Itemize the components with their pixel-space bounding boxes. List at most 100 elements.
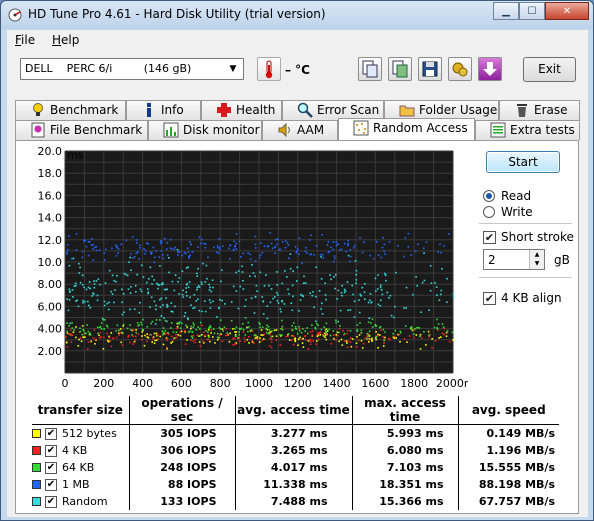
data-point [151,341,153,343]
series-checkbox[interactable]: ✔ [45,444,57,457]
data-point [219,247,221,249]
data-point [67,332,70,335]
data-point [96,299,99,302]
data-point [93,329,96,331]
data-point [261,251,264,254]
read-radio[interactable]: Read [483,189,573,205]
menu-file[interactable]: File [15,33,35,47]
data-point [115,336,118,339]
short-stroke-size-input[interactable]: 2 ▲ ▼ [483,249,545,270]
data-point [166,337,169,340]
data-point [364,337,366,340]
data-point [418,327,421,329]
data-point [66,341,68,344]
data-point [377,254,380,256]
tab-health[interactable]: Health [201,100,282,120]
close-button[interactable]: ✕ [545,2,589,20]
tab-aam[interactable]: AAM [262,120,338,140]
tab-error-scan[interactable]: Error Scan [282,100,384,120]
data-point [383,342,385,344]
data-point [380,289,383,291]
data-point [427,330,430,333]
data-point [235,242,237,245]
data-point [336,334,339,337]
data-point [384,253,386,255]
tab-erase[interactable]: Erase [499,100,580,120]
tab-extra-tests[interactable]: Extra tests [475,120,580,140]
options-button[interactable] [448,57,472,81]
data-point [147,291,150,293]
data-point [208,299,211,301]
tab-random-access[interactable]: Random Access [338,118,475,140]
data-point [250,258,252,261]
series-checkbox[interactable]: ✔ [45,478,57,491]
data-point [216,336,219,339]
data-point [349,260,351,263]
minimize-button[interactable]: ▁ [493,2,519,20]
start-button[interactable]: Start [486,151,560,173]
spin-arrows-icon[interactable]: ▲ ▼ [529,250,544,269]
data-point [361,347,364,349]
tab-folder-usage[interactable]: Folder Usage [384,100,499,120]
data-point [261,339,263,342]
data-point [345,250,347,253]
data-point [311,294,314,297]
data-point [176,336,178,339]
data-point [101,317,104,320]
transfer-size-cell: ✔ 64 KB [32,459,129,476]
data-point [276,291,278,294]
data-point [363,291,366,293]
data-point [332,330,335,332]
data-point [270,288,273,290]
drive-select[interactable]: DELL PERC 6/i (146 gB) ▼ [20,58,244,80]
tab-file-benchmark[interactable]: File Benchmark [15,120,148,140]
data-point [340,338,343,341]
maximize-button[interactable]: ☐ [519,2,545,20]
copy-info-button[interactable] [358,57,382,81]
data-point [235,271,237,274]
data-point [172,331,175,333]
data-point [216,245,219,247]
write-radio[interactable]: Write [483,205,573,221]
short-stroke-checkbox[interactable]: ✔ Short stroke [483,230,578,246]
tab-benchmark[interactable]: Benchmark [15,100,126,120]
data-point [141,335,143,337]
data-point [335,241,337,243]
read-radio-dot [483,190,495,202]
align-4kb-checkbox[interactable]: ✔ 4 KB align [483,291,578,307]
series-checkbox[interactable]: ✔ [45,495,57,508]
data-point [290,302,293,304]
data-point [304,330,307,332]
menu-bar: File Help [7,30,588,50]
data-point [452,293,455,295]
temperature-value: – °C [285,63,310,77]
data-point [367,334,370,337]
data-point [309,331,312,333]
data-point [133,308,136,310]
data-point [232,328,234,330]
tab-info[interactable]: Info [126,100,201,120]
save-button[interactable] [418,57,442,81]
series-checkbox[interactable]: ✔ [45,461,57,474]
max-access-cell: 7.103 ms [351,458,458,476]
data-point [92,337,95,339]
menu-help[interactable]: Help [52,33,79,47]
data-point [380,284,382,287]
folder-icon [399,105,415,117]
copy-screenshot-button[interactable] [388,57,412,81]
data-point [132,335,134,337]
data-point [371,318,374,321]
series-checkbox[interactable]: ✔ [45,427,57,440]
data-point [384,274,387,276]
exit-button[interactable]: Exit [523,57,576,82]
data-point [67,248,69,251]
data-point [151,275,153,278]
data-point [97,332,99,335]
data-point [360,332,363,334]
data-point [309,239,311,241]
download-button[interactable] [478,57,502,81]
data-point [159,298,161,301]
data-point [118,329,120,331]
data-point [159,306,162,308]
tab-disk-monitor[interactable]: Disk monitor [148,120,262,140]
